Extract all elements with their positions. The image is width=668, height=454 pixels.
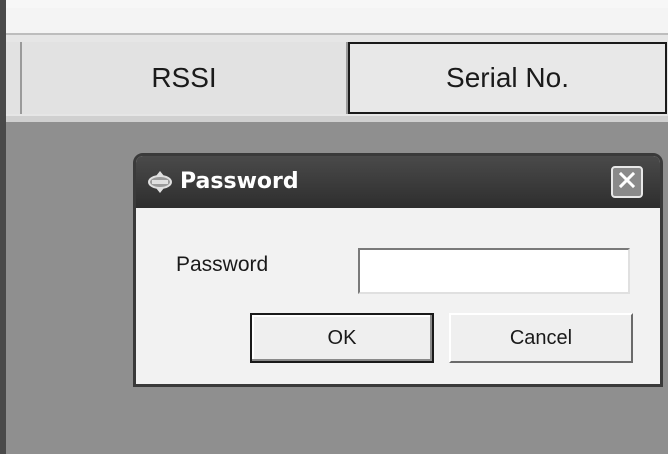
- window-top-strip: [0, 0, 668, 8]
- column-header-rssi-label: RSSI: [151, 62, 217, 93]
- column-header-rssi[interactable]: RSSI: [22, 42, 348, 114]
- ok-button[interactable]: OK: [250, 313, 434, 363]
- password-dialog: Password Password OK Cancel: [133, 153, 663, 387]
- column-header-serial-no-label: Serial No.: [446, 62, 569, 93]
- close-icon: [618, 171, 636, 194]
- column-header-serial-no[interactable]: Serial No.: [348, 42, 667, 114]
- password-label: Password: [176, 253, 269, 276]
- column-header-stub[interactable]: [6, 42, 22, 114]
- ok-button-label: OK: [327, 326, 357, 349]
- cancel-button[interactable]: Cancel: [449, 313, 633, 363]
- key-icon: [146, 168, 174, 196]
- password-input[interactable]: [358, 248, 630, 294]
- close-button[interactable]: [611, 166, 643, 198]
- dialog-title: Password: [180, 169, 299, 194]
- cancel-button-label: Cancel: [509, 326, 573, 349]
- window-left-edge: [0, 0, 6, 454]
- dialog-titlebar[interactable]: Password: [136, 156, 660, 208]
